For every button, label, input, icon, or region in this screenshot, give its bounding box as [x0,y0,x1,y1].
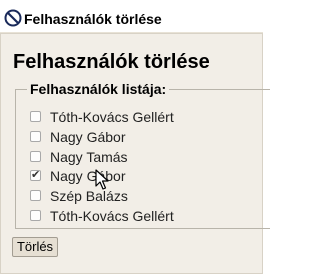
fieldset-legend: Felhasználók listája: [27,80,170,98]
user-checkbox[interactable] [30,210,41,221]
user-label[interactable]: Nagy Tamás [50,148,128,166]
user-row[interactable]: Szép Balázs [30,186,250,206]
delete-button[interactable]: Törlés [12,237,58,257]
user-label[interactable]: Nagy Gábor [50,167,125,185]
user-row[interactable]: Nagy Gábor [30,127,250,147]
window-titlebar: Felhasználók törlése [0,0,263,33]
user-checkbox[interactable] [30,111,41,122]
user-row[interactable]: Nagy Tamás [30,147,250,167]
user-checkbox[interactable] [30,131,41,142]
user-row[interactable]: Tóth-Kovács Gellért [30,107,250,127]
page-title: Felhasználók törlése [13,51,210,73]
user-label[interactable]: Nagy Gábor [50,128,125,146]
window-title: Felhasználók törlése [24,11,162,27]
user-row[interactable]: ✔ Nagy Gábor [30,166,250,186]
user-row[interactable]: Tóth-Kovács Gellért [30,206,250,226]
mouse-cursor-icon [95,169,109,190]
user-checkbox[interactable] [30,190,41,201]
no-entry-icon [4,9,22,27]
user-label[interactable]: Szép Balázs [50,187,128,205]
user-label[interactable]: Tóth-Kovács Gellért [50,207,174,225]
user-checkbox[interactable]: ✔ [30,170,41,181]
user-checkbox[interactable] [30,151,41,162]
user-label[interactable]: Tóth-Kovács Gellért [50,108,174,126]
